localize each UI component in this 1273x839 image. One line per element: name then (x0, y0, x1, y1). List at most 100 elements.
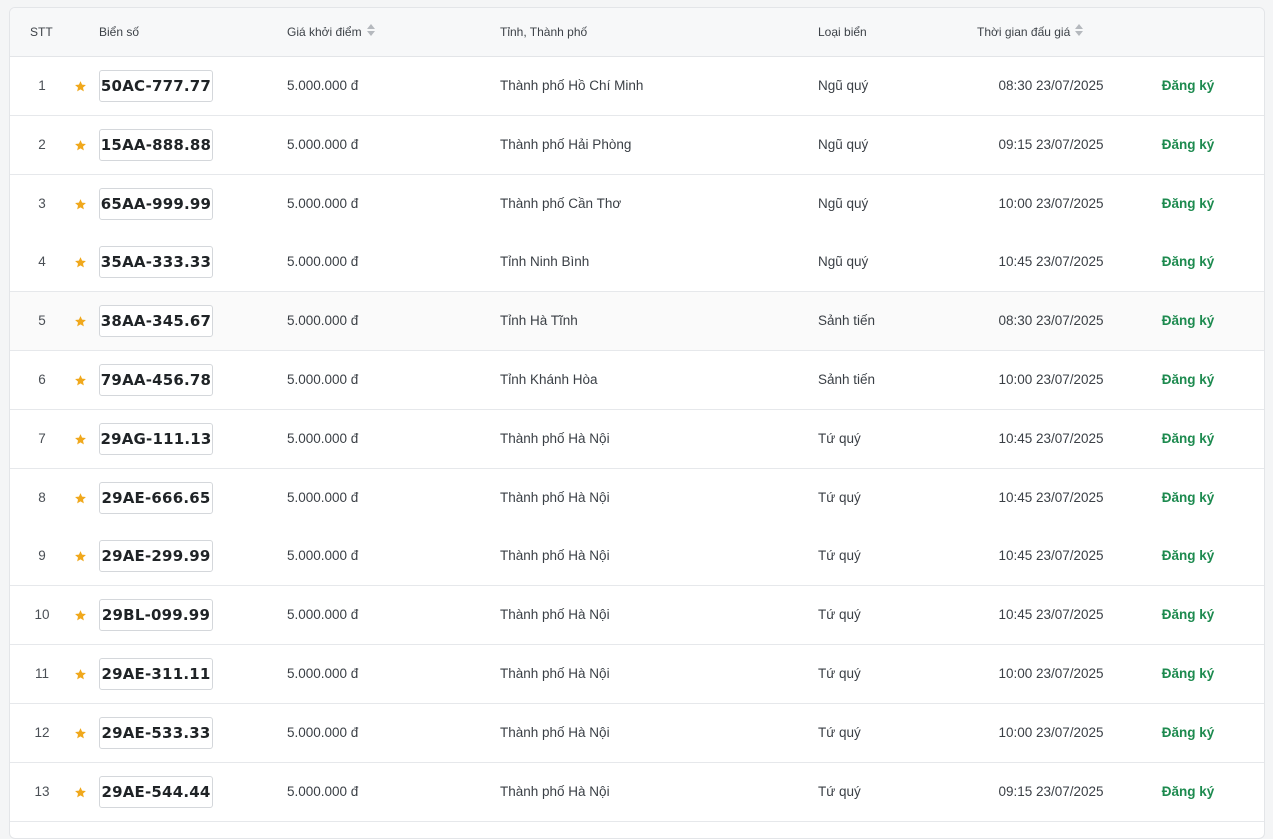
starting-price: 5.000.000 đ (287, 607, 359, 623)
table-row: 7 29AG-111.13 5.000.000 đ Thành phố Hà Nội T… (10, 409, 1264, 469)
starting-price: 5.000.000 đ (287, 313, 359, 329)
register-link[interactable]: Đăng ký (1138, 233, 1238, 291)
province: Thành phố Hà Nội (500, 724, 610, 740)
auction-time: 10:45 23/07/2025 (998, 254, 1104, 270)
register-link[interactable]: Đăng ký (1138, 292, 1238, 350)
license-plate: 29AE-533.33 (99, 716, 213, 749)
auction-time: 09:15 23/07/2025 (998, 783, 1104, 799)
register-link[interactable]: Đăng ký (1138, 57, 1238, 115)
province: Thành phố Hải Phòng (500, 136, 632, 152)
table-row: 3 65AA-999.99 5.000.000 đ Thành phố Cần Thơ… (10, 174, 1264, 234)
table-row: 5 38AA-345.67 5.000.000 đ Tỉnh Hà Tĩnh Sảnh … (10, 292, 1264, 352)
star-icon[interactable] (74, 80, 87, 93)
auction-time: 10:45 23/07/2025 (998, 489, 1104, 505)
starting-price: 5.000.000 đ (287, 666, 359, 681)
sort-icon[interactable] (366, 8, 375, 56)
star-icon[interactable] (74, 139, 87, 152)
star-icon[interactable] (74, 668, 87, 681)
table-header: STT Biển số Giá khởi điểm Tỉnh, Thành ph… (10, 8, 1264, 57)
star-icon[interactable] (74, 198, 87, 211)
star-icon[interactable] (74, 315, 87, 328)
plate-type: Ngũ quý (818, 136, 869, 152)
star-icon[interactable] (74, 492, 87, 505)
table-row: 9 29AE-299.99 5.000.000 đ Thành phố Hà Nội T… (10, 527, 1264, 587)
register-link[interactable]: Đăng ký (1138, 527, 1238, 585)
auction-time: 09:15 23/07/2025 (998, 136, 1104, 152)
header-stt: STT (30, 25, 53, 39)
table-row: 13 29AE-544.44 5.000.000 đ Thành phố Hà Nội… (10, 762, 1264, 822)
star-icon[interactable] (74, 433, 87, 446)
row-stt: 1 (38, 78, 46, 93)
province: Thành phố Hà Nội (500, 489, 610, 505)
header-time[interactable]: Thời gian đấu giá (977, 8, 1084, 56)
register-link[interactable]: Đăng ký (1138, 763, 1238, 821)
row-stt: 12 (34, 724, 50, 740)
row-stt: 10 (34, 607, 50, 623)
row-stt: 7 (38, 430, 46, 446)
register-link[interactable]: Đăng ký (1138, 704, 1238, 762)
plate-type: Tứ quý (818, 489, 861, 505)
register-link[interactable]: Đăng ký (1138, 469, 1238, 527)
register-link[interactable]: Đăng ký (1138, 351, 1238, 409)
starting-price: 5.000.000 đ (287, 430, 359, 446)
row-stt: 13 (34, 783, 50, 799)
header-time-label: Thời gian đấu giá (977, 25, 1071, 39)
plate-type: Tứ quý (818, 783, 861, 799)
header-price-label: Giá khởi điểm (287, 25, 362, 39)
star-icon[interactable] (74, 256, 87, 269)
row-stt: 5 (38, 313, 46, 329)
starting-price: 5.000.000 đ (287, 783, 359, 799)
license-plate: 35AA-333.33 (99, 246, 213, 279)
register-link[interactable]: Đăng ký (1138, 175, 1238, 233)
license-plate: 50AC-777.77 (99, 70, 213, 102)
header-type: Loại biển (818, 25, 867, 39)
table-row: 10 29BL-099.99 5.000.000 đ Thành phố Hà Nội… (10, 586, 1264, 646)
register-link[interactable]: Đăng ký (1138, 586, 1238, 644)
sort-icon[interactable] (1075, 8, 1084, 56)
province: Tỉnh Hà Tĩnh (500, 313, 578, 329)
register-link[interactable]: Đăng ký (1138, 116, 1238, 174)
starting-price: 5.000.000 đ (287, 548, 359, 564)
star-icon[interactable] (74, 374, 87, 387)
row-stt: 3 (38, 195, 46, 211)
star-icon[interactable] (74, 550, 87, 563)
plate-type: Tứ quý (818, 724, 861, 740)
license-plate: 29AE-311.11 (99, 658, 213, 690)
plate-type: Tứ quý (818, 548, 861, 564)
plate-type: Ngũ quý (818, 195, 869, 211)
license-plate: 65AA-999.99 (99, 187, 213, 220)
table-row: 1 50AC-777.77 5.000.000 đ Thành phố Hồ Chí … (10, 57, 1264, 116)
province: Thành phố Hà Nội (500, 666, 610, 681)
header-plate: Biển số (99, 25, 140, 39)
province: Thành phố Hà Nội (500, 783, 610, 799)
license-plate: 15AA-888.88 (99, 128, 213, 161)
auction-time: 10:00 23/07/2025 (998, 724, 1104, 740)
plate-type: Tứ quý (818, 666, 861, 681)
table-row: 8 29AE-666.65 5.000.000 đ Thành phố Hà Nội T… (10, 468, 1264, 528)
table-row: 4 35AA-333.33 5.000.000 đ Tỉnh Ninh Bình Ngũ… (10, 233, 1264, 293)
starting-price: 5.000.000 đ (287, 136, 359, 152)
table-row: 11 29AE-311.11 5.000.000 đ Thành phố Hà Nội… (10, 645, 1264, 704)
register-link[interactable]: Đăng ký (1138, 410, 1238, 468)
plate-type: Sảnh tiến (818, 313, 876, 329)
starting-price: 5.000.000 đ (287, 195, 359, 211)
starting-price: 5.000.000 đ (287, 254, 359, 270)
register-link[interactable]: Đăng ký (1138, 645, 1238, 703)
star-icon[interactable] (74, 609, 87, 622)
header-price[interactable]: Giá khởi điểm (287, 8, 375, 56)
plate-type: Ngũ quý (818, 254, 869, 270)
row-stt: 6 (38, 372, 46, 387)
province: Tỉnh Ninh Bình (500, 254, 590, 270)
auction-time: 10:45 23/07/2025 (998, 607, 1104, 623)
row-stt: 11 (34, 666, 49, 681)
table-row: 12 29AE-533.33 5.000.000 đ Thành phố Hà Nội… (10, 703, 1264, 763)
plate-type: Ngũ quý (818, 78, 869, 93)
auction-time: 08:30 23/07/2025 (998, 78, 1104, 93)
star-icon[interactable] (74, 786, 87, 799)
province: Tỉnh Khánh Hòa (500, 372, 598, 387)
plate-type: Tứ quý (818, 430, 861, 446)
star-icon[interactable] (74, 727, 87, 740)
auction-time: 08:30 23/07/2025 (998, 313, 1104, 329)
starting-price: 5.000.000 đ (287, 489, 359, 505)
auction-plate-table: STT Biển số Giá khởi điểm Tỉnh, Thành ph… (9, 7, 1265, 839)
